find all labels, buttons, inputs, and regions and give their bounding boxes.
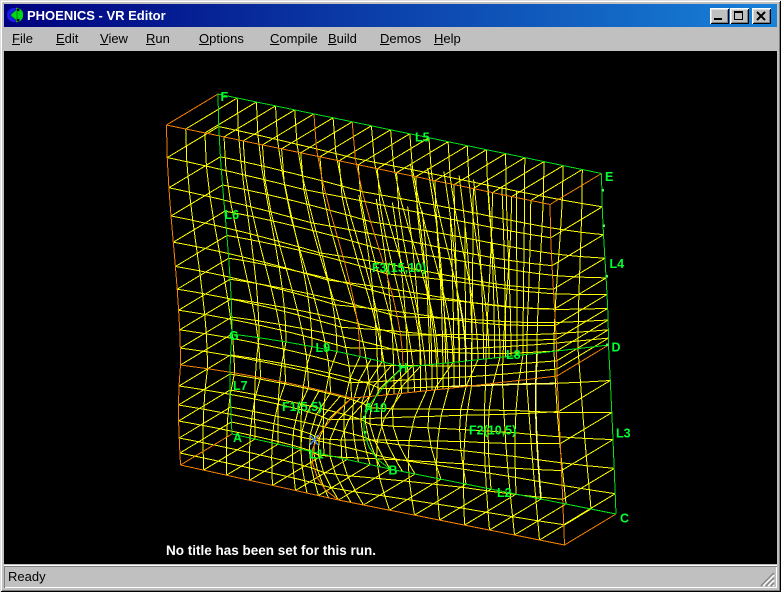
svg-text:L6: L6 xyxy=(225,208,240,222)
svg-text:L9: L9 xyxy=(316,341,331,355)
svg-text:E: E xyxy=(605,170,613,184)
svg-text:G: G xyxy=(229,329,239,343)
svg-text:L3: L3 xyxy=(616,427,631,441)
svg-text:L1: L1 xyxy=(309,448,324,462)
svg-text:L2: L2 xyxy=(497,486,512,500)
svg-text:L4: L4 xyxy=(610,257,625,271)
svg-text:L5: L5 xyxy=(415,131,430,145)
svg-text:B: B xyxy=(389,464,398,478)
svg-text:F1(5,5): F1(5,5) xyxy=(282,400,322,414)
svg-text:A10: A10 xyxy=(364,401,387,415)
svg-text:L7: L7 xyxy=(233,379,248,393)
svg-text:C: C xyxy=(620,512,629,526)
svg-text:A: A xyxy=(233,431,242,445)
svg-text:F2(10,5): F2(10,5) xyxy=(469,424,516,438)
svg-text:F3(15,10): F3(15,10) xyxy=(372,261,426,275)
svg-text:H: H xyxy=(399,361,408,375)
svg-text:F: F xyxy=(221,90,229,104)
svg-text:L8: L8 xyxy=(506,348,521,362)
svg-text:D: D xyxy=(612,341,621,355)
